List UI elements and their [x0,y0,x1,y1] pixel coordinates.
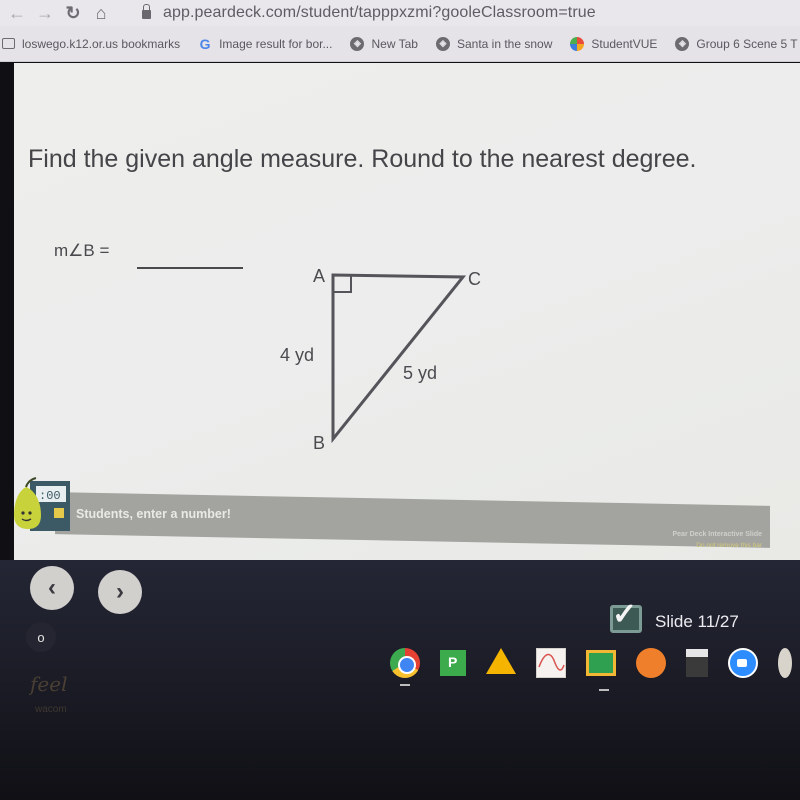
slide-canvas: Find the given angle measure. Round to t… [14,63,800,563]
calculator-icon[interactable] [686,649,708,677]
studentvue-icon [570,36,585,51]
globe-icon: ◈ [435,36,450,51]
peardeck-instruction: Students, enter a number! [76,507,231,521]
wacom-sticker-sub: wacom [35,704,67,715]
share-app-icon[interactable] [636,648,666,678]
triangle-shape [331,273,467,444]
launcher-button[interactable]: o [26,622,56,652]
running-indicator [599,689,609,691]
globe-icon: ◈ [350,36,365,51]
vertex-label-c: C [468,269,481,289]
bookmark-label: Group 6 Scene 5 T [696,36,798,51]
forward-arrow-icon[interactable]: → [34,3,56,24]
triangle-svg: A C B 4 yd 5 yd [280,266,481,453]
right-angle-marker [332,274,352,293]
partial-app-icon[interactable] [778,648,792,678]
chrome-icon[interactable] [390,648,420,686]
svg-text::00: :00 [39,489,61,503]
previous-slide-button[interactable]: ‹ [30,566,74,610]
side-ab-label: 4 yd [280,345,314,365]
bookmark-image-result[interactable]: G Image result for bor... [198,35,333,52]
bookmark-santa[interactable]: ◈ Santa in the snow [435,36,553,51]
bookmark-label: loswego.k12.or.us bookmarks [22,36,181,51]
question-text: Find the given angle measure. Round to t… [28,145,697,173]
answer-blank [137,267,243,269]
chevron-left-icon: ‹ [48,574,56,601]
drive-triangle [486,648,516,674]
angle-prompt: m∠B = [54,241,110,260]
running-indicator [400,684,410,686]
google-classroom-icon[interactable] [586,650,616,691]
pear-number-icon: :00 [14,477,70,531]
address-bar[interactable]: app.peardeck.com/student/tapppxzmi?goole… [163,4,596,22]
bookmark-studentvue[interactable]: StudentVUE [570,36,658,51]
bookmark-loswego[interactable]: loswego.k12.or.us bookmarks [2,37,180,51]
home-icon[interactable]: ⌂ [90,3,112,24]
bookmark-label: StudentVUE [591,36,658,51]
globe-icon: ◈ [675,36,690,51]
bookmark-group6[interactable]: ◈ Group 6 Scene 5 T [675,36,798,51]
app-shelf [390,643,800,691]
google-icon: G [199,35,211,52]
checkmark-icon: ✓ [612,598,638,631]
peardeck-note: Do not remove this bar [696,542,762,549]
vertex-label-b: B [313,433,325,453]
graph-app-icon[interactable] [536,648,566,678]
back-arrow-icon[interactable]: ← [6,3,28,24]
bookmark-label: Santa in the snow [456,36,553,51]
graph-wave [538,653,565,671]
vertex-label-a: A [313,266,325,286]
bookmark-label: Image result for bor... [219,36,333,51]
browser-toolbar: ← → ↻ ⌂ app.peardeck.com/student/tapppxz… [0,0,800,26]
google-drive-icon[interactable] [486,648,516,678]
peardeck-app-icon[interactable] [440,650,466,676]
chevron-right-icon: › [116,578,124,605]
zoom-icon[interactable] [728,648,758,678]
peardeck-brand: Pear Deck Interactive Slide [672,531,763,538]
reload-icon[interactable]: ↻ [62,3,84,24]
bookmark-label: New Tab [371,36,418,51]
bookmark-new-tab[interactable]: ◈ New Tab [350,36,418,51]
next-slide-button[interactable]: › [98,570,142,614]
triangle-figure: A C B 4 yd 5 yd [260,255,510,465]
side-bc-label: 5 yd [403,363,437,383]
wacom-sticker: feel [30,672,68,696]
folder-icon [2,38,15,49]
lock-icon[interactable] [142,3,151,19]
launcher-icon: o [37,629,45,645]
slide-counter: Slide 11/27 [655,612,739,631]
screen: ← → ↻ ⌂ app.peardeck.com/student/tapppxz… [0,0,800,800]
bookmarks-bar: loswego.k12.or.us bookmarks G Image resu… [0,26,800,62]
